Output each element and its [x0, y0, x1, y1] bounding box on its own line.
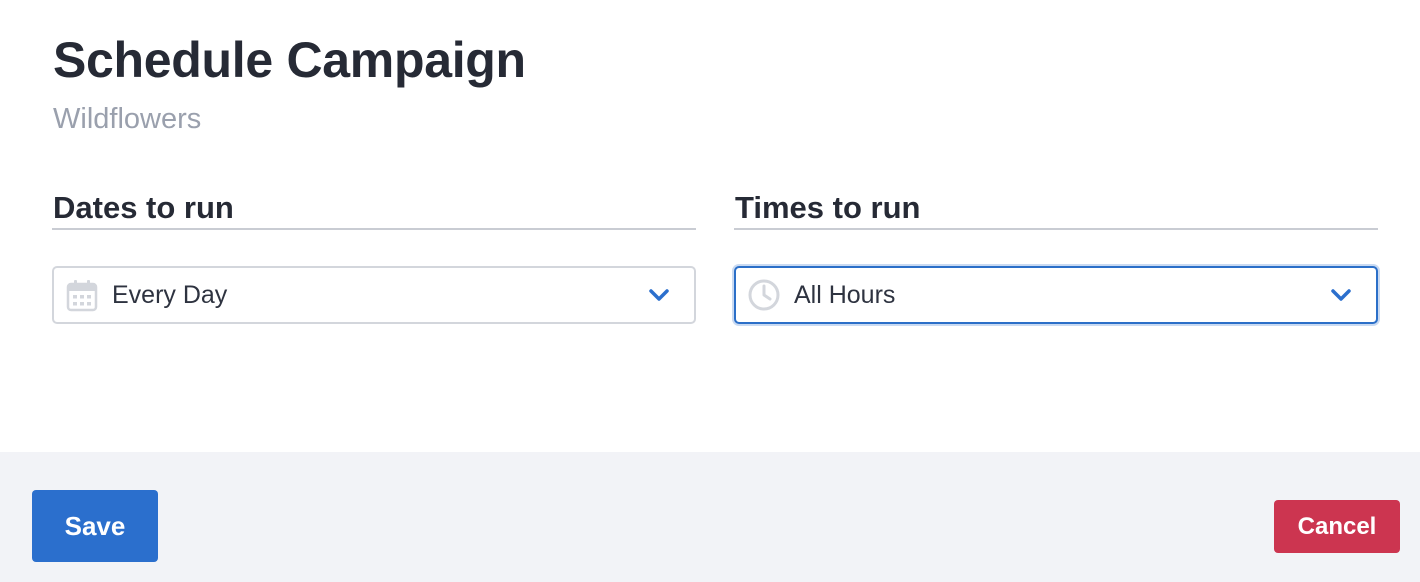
clock-icon	[748, 279, 780, 311]
cancel-button[interactable]: Cancel	[1274, 500, 1400, 553]
calendar-icon	[66, 280, 98, 312]
dialog-footer: Save Cancel	[0, 452, 1420, 582]
chevron-down-icon	[1331, 289, 1351, 301]
times-select[interactable]: All Hours	[734, 266, 1378, 324]
schedule-campaign-dialog: Schedule Campaign Wildflowers Dates to r…	[0, 0, 1420, 582]
dates-select[interactable]: Every Day	[52, 266, 696, 324]
page-title: Schedule Campaign	[53, 32, 526, 88]
times-select-value: All Hours	[794, 281, 896, 309]
save-button[interactable]: Save	[32, 490, 158, 562]
dialog-body: Schedule Campaign Wildflowers Dates to r…	[0, 0, 1420, 452]
dates-select-value: Every Day	[112, 281, 228, 309]
dates-section: Dates to run Every Day	[52, 188, 696, 324]
dates-section-header: Dates to run	[52, 188, 696, 230]
dates-section-label: Dates to run	[53, 190, 234, 225]
times-section-header: Times to run	[734, 188, 1378, 230]
times-section: Times to run All Hours	[734, 188, 1378, 324]
chevron-down-icon	[649, 289, 669, 301]
campaign-name-subtitle: Wildflowers	[53, 103, 202, 135]
times-section-label: Times to run	[735, 190, 921, 225]
